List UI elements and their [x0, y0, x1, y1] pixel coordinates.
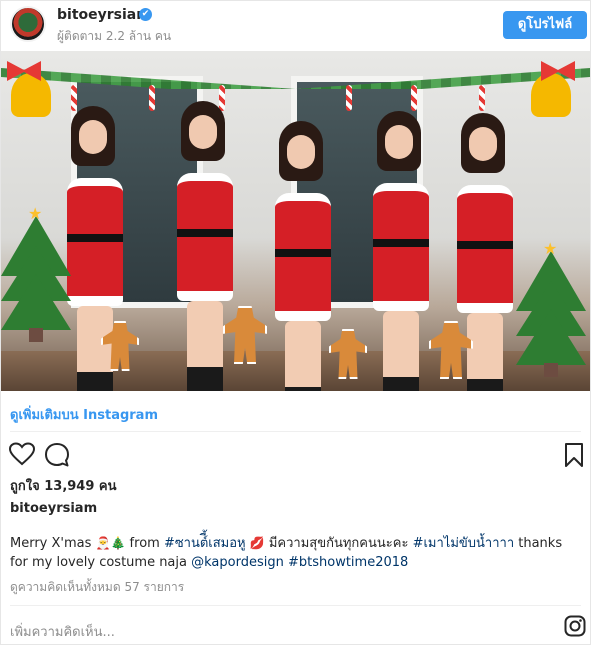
follower-count: ผู้ติดตาม 2.2 ล้าน คน — [57, 29, 172, 43]
dancer-belt — [177, 229, 233, 237]
dancer-dress — [373, 183, 429, 311]
dancer-legs — [187, 301, 223, 391]
divider — [10, 605, 581, 606]
caption-text: from — [125, 536, 164, 551]
tree-trunk — [29, 328, 43, 342]
candy-cane-sticker — [346, 85, 352, 111]
bell-sticker — [11, 73, 51, 117]
dancer-belt — [67, 234, 123, 242]
username[interactable]: bitoeyrsiam — [57, 7, 151, 23]
instagram-embed-card: bitoeyrsiam ✔ ผู้ติดตาม 2.2 ล้าน คน ดูโป… — [0, 0, 591, 645]
view-profile-button[interactable]: ดูโปรไฟล์ — [503, 11, 587, 39]
tree-layer — [516, 309, 586, 365]
verified-badge-icon: ✔ — [139, 8, 152, 21]
post-header: bitoeyrsiam ✔ ผู้ติดตาม 2.2 ล้าน คน ดูโป… — [1, 1, 590, 51]
bookmark-icon[interactable] — [564, 442, 584, 468]
hashtag-link[interactable]: #ซานต์ี้เสมอหู — [164, 536, 246, 551]
dancer-belt — [275, 249, 331, 257]
caption-text: มีความสุขกันทุกคนนะคะ — [264, 536, 413, 551]
post-media-video[interactable]: ★ ★ — [1, 51, 590, 391]
star-icon: ★ — [543, 239, 558, 258]
dancer-face — [189, 115, 217, 149]
bell-sticker — [531, 73, 571, 117]
mention-link[interactable]: @kapordesign — [191, 555, 284, 570]
dancer — [173, 101, 237, 391]
lips-emoji-icon: 💋 — [249, 536, 265, 550]
dancer — [369, 111, 433, 391]
candy-cane-sticker — [149, 85, 155, 111]
christmas-tree-sticker: ★ — [1, 206, 71, 342]
dancer-face — [385, 125, 413, 159]
tree-trunk — [544, 363, 558, 377]
like-count[interactable]: ถูกใจ 13,949 คน — [10, 475, 117, 496]
caption-username[interactable]: bitoeyrsiam — [10, 501, 97, 516]
dancer-legs — [77, 306, 113, 391]
candy-cane-sticker — [479, 85, 485, 111]
dancer-belt — [457, 241, 513, 249]
hashtag-link[interactable]: #btshowtime2018 — [288, 555, 408, 570]
hashtag-link[interactable]: #เมาไม่ขับน้ำาาา — [413, 536, 515, 551]
caption-text: Merry X'mas — [10, 536, 96, 551]
dancer-legs — [467, 313, 503, 391]
christmas-tree-emoji-icon: 🎄 — [110, 536, 126, 550]
post-caption: Merry X'mas 🎅🎄 from #ซานต์ี้เสมอหู 💋 มีค… — [10, 534, 582, 572]
dancer-face — [79, 120, 107, 154]
view-all-comments-link[interactable]: ดูความคิดเห็นทั้งหมด 57 รายการ — [10, 578, 184, 597]
star-icon: ★ — [28, 204, 43, 223]
dancer-dress — [67, 178, 123, 306]
santa-emoji-icon: 🎅 — [95, 536, 111, 550]
instagram-logo-icon[interactable] — [564, 615, 586, 637]
dancer-face — [469, 127, 497, 161]
see-more-on-instagram-link[interactable]: ดูเพิ่มเติมบน Instagram — [10, 404, 158, 425]
dancer-face — [287, 135, 315, 169]
dancer-legs — [383, 311, 419, 391]
heart-icon[interactable] — [9, 442, 35, 466]
comment-icon[interactable] — [44, 442, 70, 468]
tree-layer — [1, 274, 71, 330]
dancer-dress — [275, 193, 331, 321]
christmas-tree-sticker: ★ — [516, 241, 586, 377]
dancer — [271, 121, 335, 391]
add-comment-input[interactable]: เพิ่มความคิดเห็น... — [10, 621, 115, 642]
divider — [10, 431, 581, 432]
dancer-belt — [373, 239, 429, 247]
dancer-dress — [457, 185, 513, 313]
candy-cane-sticker — [411, 85, 417, 111]
dancer-dress — [177, 173, 233, 301]
dancer — [453, 113, 517, 391]
dancer-legs — [285, 321, 321, 391]
avatar[interactable] — [10, 6, 46, 42]
